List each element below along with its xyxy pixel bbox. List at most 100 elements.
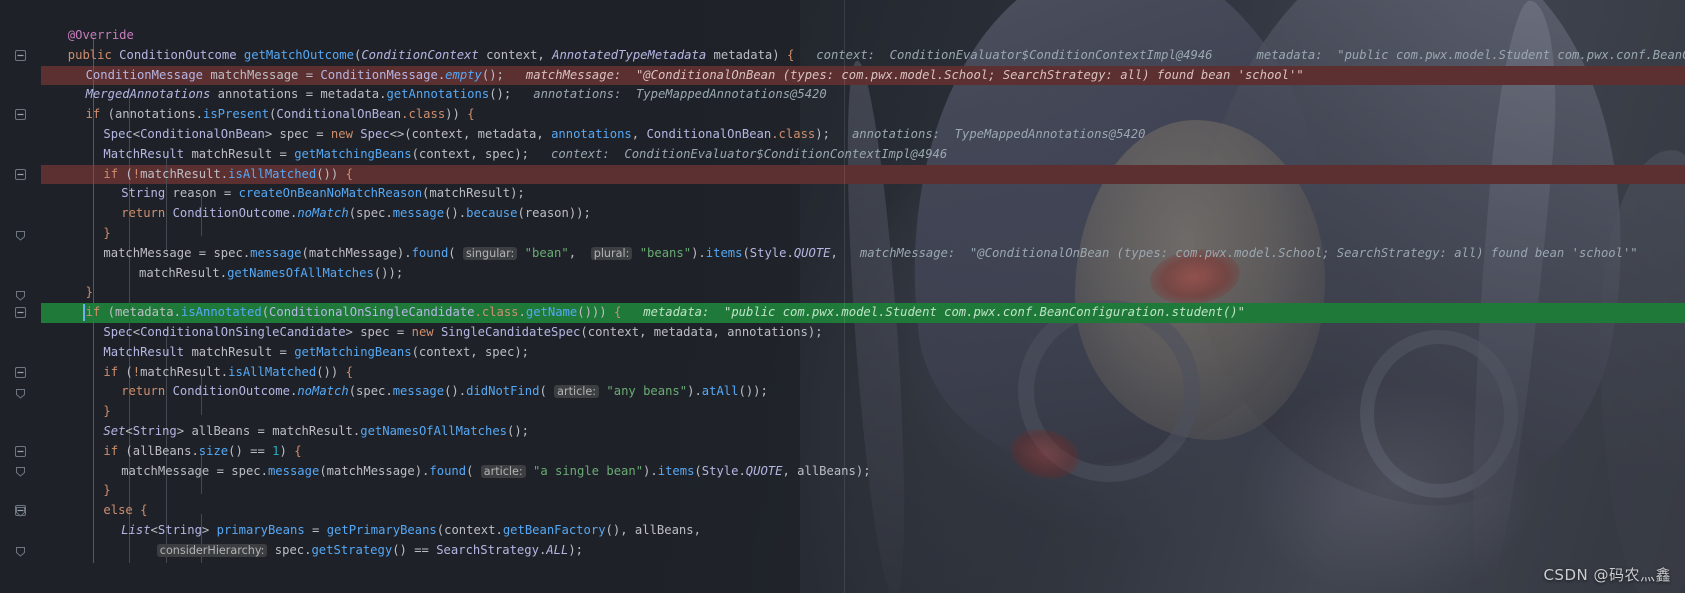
code-token: .	[786, 245, 794, 260]
code-token: (matchResult);	[422, 186, 525, 201]
code-token: (context, spec);	[411, 344, 529, 359]
code-token: createOnBeanNoMatchReason	[238, 186, 423, 201]
code-line[interactable]: if (allBeans.size() == 1) {	[41, 442, 1685, 462]
code-line-text: MatchResult matchResult = getMatchingBea…	[41, 145, 947, 165]
code-line[interactable]: if (!matchResult.isAllMatched()) {	[41, 363, 1685, 383]
code-token: (context.	[436, 523, 503, 537]
fold-end-icon[interactable]	[15, 230, 26, 241]
code-line[interactable]: Set<String> allBeans = matchResult.getNa…	[41, 422, 1685, 442]
code-line[interactable]: return ConditionOutcome.noMatch(spec.mes…	[41, 204, 1685, 224]
fold-minus-icon[interactable]	[15, 49, 26, 61]
code-token: (annotations.	[107, 107, 203, 122]
code-line-text: matchMessage = spec.message(matchMessage…	[41, 244, 1638, 264]
fold-minus-icon[interactable]	[15, 168, 26, 180]
code-line[interactable]: @Override	[41, 26, 1685, 46]
code-line[interactable]: }	[41, 402, 1685, 422]
code-line[interactable]: MergedAnnotations annotations = metadata…	[41, 85, 1685, 105]
code-token: ());	[373, 265, 404, 280]
code-line[interactable]: if (annotations.isPresent(ConditionalOnB…	[41, 105, 1685, 125]
code-token: <>(context, metadata,	[389, 127, 552, 141]
code-token: new	[411, 325, 441, 339]
code-token: (	[466, 463, 481, 478]
code-line[interactable]: return ConditionOutcome.noMatch(spec.mes…	[41, 382, 1685, 402]
code-token: (	[694, 463, 702, 478]
code-token: "bean"	[524, 245, 569, 260]
fold-minus-icon[interactable]	[15, 109, 26, 121]
fold-end-icon[interactable]	[15, 466, 26, 477]
code-line[interactable]: }	[41, 283, 1685, 303]
code-token: =	[316, 127, 331, 141]
code-line[interactable]: if (metadata.isAnnotated(ConditionalOnSi…	[41, 303, 1685, 323]
fold-end-icon[interactable]	[15, 546, 26, 557]
code-line[interactable]: public ConditionOutcome getMatchOutcome(…	[41, 46, 1685, 66]
code-token: ConditionalOnSingleCandidate	[140, 325, 346, 339]
code-token: Set	[103, 424, 126, 438]
code-line[interactable]: matchMessage = spec.message(matchMessage…	[41, 462, 1685, 482]
editor-gutter[interactable]	[0, 0, 41, 593]
code-line-text: if (metadata.isAnnotated(ConditionalOnSi…	[41, 303, 1245, 323]
code-token: MergedAnnotations	[85, 87, 211, 102]
inline-debug-value-hint: annotations: TypeMappedAnnotations@5420	[829, 127, 1146, 141]
code-token: if	[103, 443, 126, 458]
code-token: ())	[316, 166, 346, 181]
code-token: noMatch	[297, 384, 349, 399]
code-token: ConditionContext	[361, 47, 479, 62]
code-token: , allBeans);	[782, 463, 871, 478]
code-token: .class	[771, 127, 816, 141]
code-line[interactable]: Spec<ConditionalOnSingleCandidate> spec …	[41, 323, 1685, 343]
code-token: (), allBeans,	[605, 523, 701, 537]
code-line[interactable]: if (!matchResult.isAllMatched()) {	[41, 164, 1685, 185]
code-token: .	[518, 305, 526, 320]
code-token: "a single bean"	[532, 463, 644, 478]
code-token: <	[125, 424, 133, 438]
code-line[interactable]: }	[41, 224, 1685, 244]
code-line[interactable]: MatchResult matchResult = getMatchingBea…	[41, 145, 1685, 165]
code-token: );	[815, 127, 830, 141]
inline-debug-value-hint: annotations: TypeMappedAnnotations@5420	[511, 87, 827, 102]
fold-end-icon[interactable]	[15, 290, 26, 301]
code-line[interactable]: ConditionMessage matchMessage = Conditio…	[41, 65, 1685, 86]
code-line[interactable]: String reason = createOnBeanNoMatchReaso…	[41, 184, 1685, 204]
code-line-text: if (!matchResult.isAllMatched()) {	[41, 363, 353, 383]
code-editor[interactable]: @Override public ConditionOutcome getMatc…	[0, 0, 1685, 593]
code-token: isAllMatched	[228, 166, 317, 181]
code-line-text: ConditionMessage matchMessage = Conditio…	[41, 66, 1304, 86]
fold-minus-icon[interactable]	[15, 445, 26, 457]
code-line[interactable]: MatchResult matchResult = getMatchingBea…	[41, 343, 1685, 363]
code-token: ConditionalOnBean	[140, 127, 265, 141]
parameter-hint-chip: article:	[480, 464, 526, 478]
watermark-text: CSDN @码农灬鑫	[1543, 566, 1671, 584]
code-line[interactable]: else {	[41, 501, 1685, 521]
code-line[interactable]: }	[41, 481, 1685, 501]
code-token: .	[738, 463, 746, 478]
code-token: because	[466, 206, 518, 221]
parameter-hint-chip: singular:	[462, 246, 518, 260]
code-token: if	[85, 305, 108, 320]
code-content-area[interactable]: @Override public ConditionOutcome getMatc…	[41, 0, 1685, 593]
fold-end-icon[interactable]	[15, 388, 26, 399]
code-token: String	[121, 186, 166, 201]
fold-minus-icon[interactable]	[15, 366, 26, 378]
code-token: !	[132, 364, 141, 379]
code-token: ==	[250, 443, 273, 458]
code-line[interactable]: Spec<ConditionalOnBean> spec = new Spec<…	[41, 125, 1685, 145]
fold-end-icon[interactable]	[15, 506, 26, 517]
fold-minus-icon[interactable]	[15, 307, 26, 319]
code-token: MatchResult	[103, 146, 185, 161]
code-line-text: if (annotations.isPresent(ConditionalOnB…	[41, 105, 475, 125]
code-line[interactable]: matchResult.getNamesOfAllMatches());	[41, 264, 1685, 284]
code-token: atAll	[701, 384, 739, 399]
code-line[interactable]: List<String> primaryBeans = getPrimaryBe…	[41, 521, 1685, 541]
code-token: ).	[643, 463, 658, 478]
code-token: message	[250, 245, 302, 260]
code-token: getMatchOutcome	[243, 47, 354, 62]
code-token: items	[705, 245, 743, 260]
code-line-text: return ConditionOutcome.noMatch(spec.mes…	[41, 382, 768, 402]
code-token: !	[132, 166, 141, 181]
code-line[interactable]: matchMessage = spec.message(matchMessage…	[41, 244, 1685, 264]
code-line[interactable]: considerHierarchy: spec.getStrategy() ==…	[41, 541, 1685, 561]
code-token: getName	[525, 305, 578, 320]
